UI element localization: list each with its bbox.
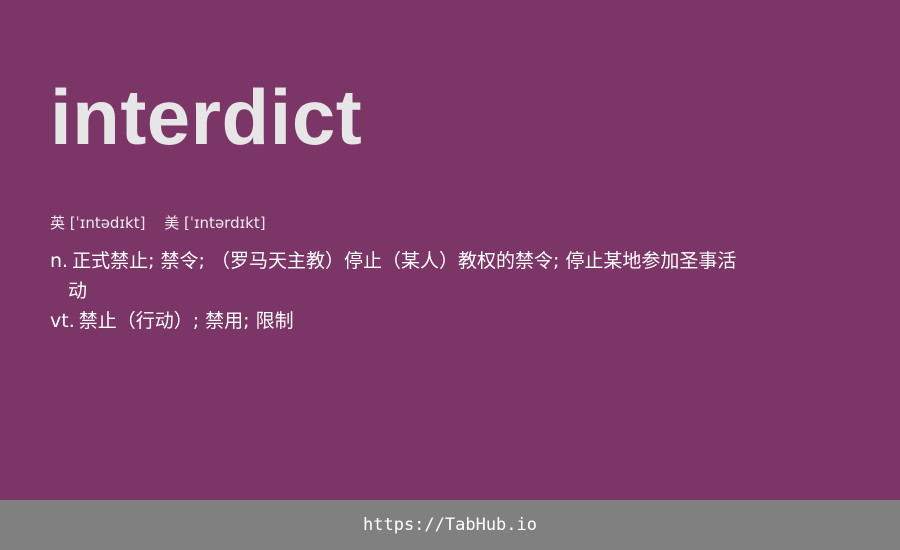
definition-verb: vt. 禁止（行动）; 禁用; 限制 — [50, 306, 740, 336]
definition-text: 禁止（行动）; 禁用; 限制 — [78, 310, 294, 332]
phonetic-us: 美 [ˈɪntərdɪkt] — [164, 214, 266, 232]
headword: interdict — [50, 73, 363, 161]
definition-noun: n. 正式禁止; 禁令; （罗马天主教）停止（某人）教权的禁令; 停止某地参加圣事… — [50, 246, 740, 306]
definitions-list: n. 正式禁止; 禁令; （罗马天主教）停止（某人）教权的禁令; 停止某地参加圣事… — [50, 246, 740, 336]
word-card: interdict 英 [ˈɪntədɪkt] 美 [ˈɪntərdɪkt] n… — [0, 0, 900, 550]
phonetic-uk: 英 [ˈɪntədɪkt] — [50, 214, 146, 232]
phonetics: 英 [ˈɪntədɪkt] 美 [ˈɪntərdɪkt] — [50, 212, 266, 234]
footer-bar: https://TabHub.io — [0, 500, 900, 550]
footer-link[interactable]: https://TabHub.io — [363, 515, 537, 535]
part-of-speech: n. — [50, 250, 69, 272]
part-of-speech: vt. — [50, 310, 75, 332]
definition-text: 正式禁止; 禁令; （罗马天主教）停止（某人）教权的禁令; 停止某地参加圣事活动 — [68, 250, 737, 302]
